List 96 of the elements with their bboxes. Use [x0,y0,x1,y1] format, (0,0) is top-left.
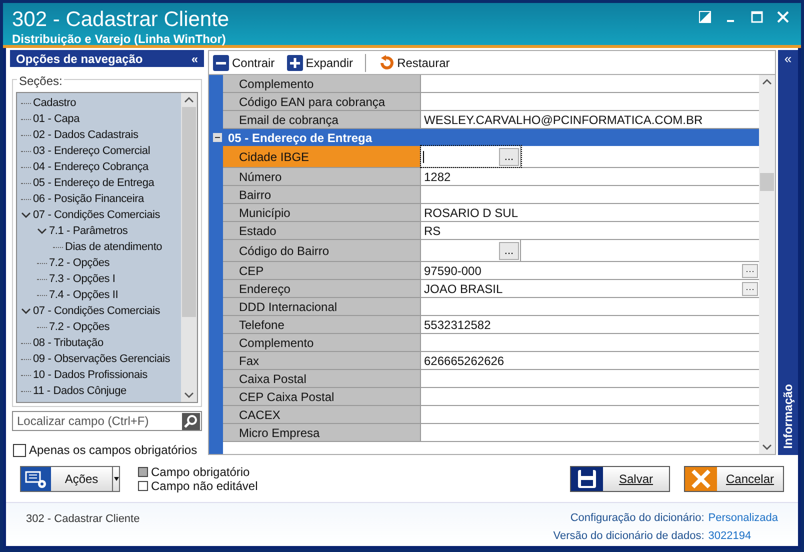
floppy-icon [571,466,603,490]
search-field[interactable]: Localizar campo (Ctrl+F) [12,411,202,431]
field-label: Micro Empresa [223,424,421,442]
search-button[interactable]: ··· [742,282,758,296]
sidebar-title: Informação [780,384,796,449]
field-value[interactable]: 5532312582 [424,316,491,334]
tree-item[interactable]: 09 - Observações Gerenciais [33,350,170,368]
collapse-icon[interactable] [213,133,222,142]
field-label: Bairro [223,186,421,204]
field-label: Cidade IBGE [223,146,421,168]
chevron-icon[interactable] [21,211,31,219]
tree-item[interactable]: 7.3 - Opções I [49,270,116,288]
expand-button[interactable]: « [784,52,792,65]
field-label: Telefone [223,316,421,334]
tree-item[interactable]: 07 - Condições Comerciais [33,302,160,320]
save-button[interactable]: Salvar [570,466,670,492]
status-link[interactable]: 3022194 [708,528,778,546]
tree-item[interactable]: 05 - Endereço de Entrega [33,174,154,192]
field-label: Município [223,204,421,222]
status-label: Configuração do dicionário: [569,511,704,526]
field-value[interactable]: 97590-000 [424,262,482,280]
field-value[interactable]: JOAO BRASIL [424,280,503,298]
field-value[interactable]: RS [424,222,441,240]
scrollbar[interactable] [759,75,775,454]
minus-icon [213,54,229,70]
field-value[interactable]: 1282 [424,168,451,186]
legend-label: Campo obrigatório [151,464,250,478]
list-gear-icon [21,466,51,490]
field-label: CEP Caixa Postal [223,388,421,406]
tree-item[interactable]: Cadastro [33,94,76,112]
window-subtitle: Distribuição e Varejo (Linha WinThor) [12,32,227,46]
lookup-button[interactable]: ... [499,242,519,260]
field-value[interactable]: WESLEY.CARVALHO@PCINFORMATICA.COM.BR [424,110,703,128]
tree-item[interactable]: Dias de atendimento [65,238,162,256]
tree-item[interactable]: 04 - Endereço Cobrança [33,158,148,176]
legend-swatch [138,480,148,490]
legend-swatch [138,466,148,476]
tree-item[interactable]: 10 - Dados Profissionais [33,366,148,384]
status-text: 302 - Cadastrar Cliente [26,512,140,527]
actions-button[interactable]: Ações [20,466,120,492]
tree-item[interactable]: 07 - Condições Comerciais [33,206,160,224]
field-label: DDD Internacional [223,298,421,316]
tree-item[interactable]: 7.4 - Opções II [49,286,118,304]
tree-item[interactable]: 11 - Dados Cônjuge [33,382,126,400]
field-label: Estado [223,222,421,240]
field-label: Número [223,168,421,186]
undo-icon [378,54,394,70]
lookup-button[interactable]: ... [499,148,519,166]
chevron-icon[interactable] [37,227,47,235]
close-icon[interactable] [777,11,789,23]
window-title: 302 - Cadastrar Cliente [12,8,230,32]
field-label: Complemento [223,75,421,93]
tree-item[interactable]: 7.2 - Opções [49,318,110,336]
toolbar-button[interactable]: Contrair [213,54,275,72]
field-label: CACEX [223,406,421,424]
plus-icon [286,54,303,70]
lookup-field[interactable]: ... [421,240,521,261]
checkbox[interactable] [13,444,26,456]
tree-item[interactable]: 7.1 - Parâmetros [49,222,128,240]
lookup-field[interactable]: ... [421,146,521,167]
maximize-icon[interactable] [751,11,763,23]
field-label: Fax [223,352,421,370]
field-label: Caixa Postal [223,370,421,388]
tree-item[interactable]: 7.2 - Opções [49,254,110,272]
dropdown-arrow-icon[interactable] [112,466,119,490]
field-value[interactable]: ROSARIO D SUL [424,204,518,222]
tree-item[interactable]: 02 - Dados Cadastrais [33,126,138,144]
tree-item[interactable]: 01 - Capa [33,110,80,128]
search-button[interactable]: ··· [742,264,758,278]
nav-title: Opções de navegação [16,50,143,68]
field-label: Complemento [223,334,421,352]
field-label: Endereço [223,280,421,298]
status-label: Versão do dicionário de dados: [553,528,704,544]
field-label: Código EAN para cobrança [223,93,421,111]
info-sidebar[interactable]: « Informação [778,50,798,455]
status-link[interactable]: Personalizada [708,511,778,528]
scroll-thumb[interactable] [760,173,774,191]
field-value[interactable]: 626665262626 [424,352,504,370]
toolbar-button[interactable]: Restaurar [378,54,450,72]
contrast-icon[interactable] [699,11,711,23]
tree-item[interactable]: 06 - Posição Financeira [33,190,144,208]
collapse-button[interactable]: « [191,50,198,68]
field-label: Email de cobrança [223,111,421,129]
field-label: CEP [223,262,421,280]
tree-item[interactable]: 08 - Tributação [33,334,104,352]
checkbox-label: Apenas os campos obrigatórios [29,442,198,459]
field-label: Código do Bairro [223,240,421,262]
search-icon[interactable] [182,412,200,430]
x-icon [685,466,717,490]
scrollbar[interactable] [181,93,197,402]
cancel-button[interactable]: Cancelar [684,466,784,492]
chevron-icon[interactable] [21,307,31,315]
toolbar-button[interactable]: Expandir [286,54,354,72]
legend-label: Campo não editável [151,478,258,492]
tree-item[interactable]: 03 - Endereço Comercial [33,142,150,160]
scroll-thumb[interactable] [182,107,196,317]
